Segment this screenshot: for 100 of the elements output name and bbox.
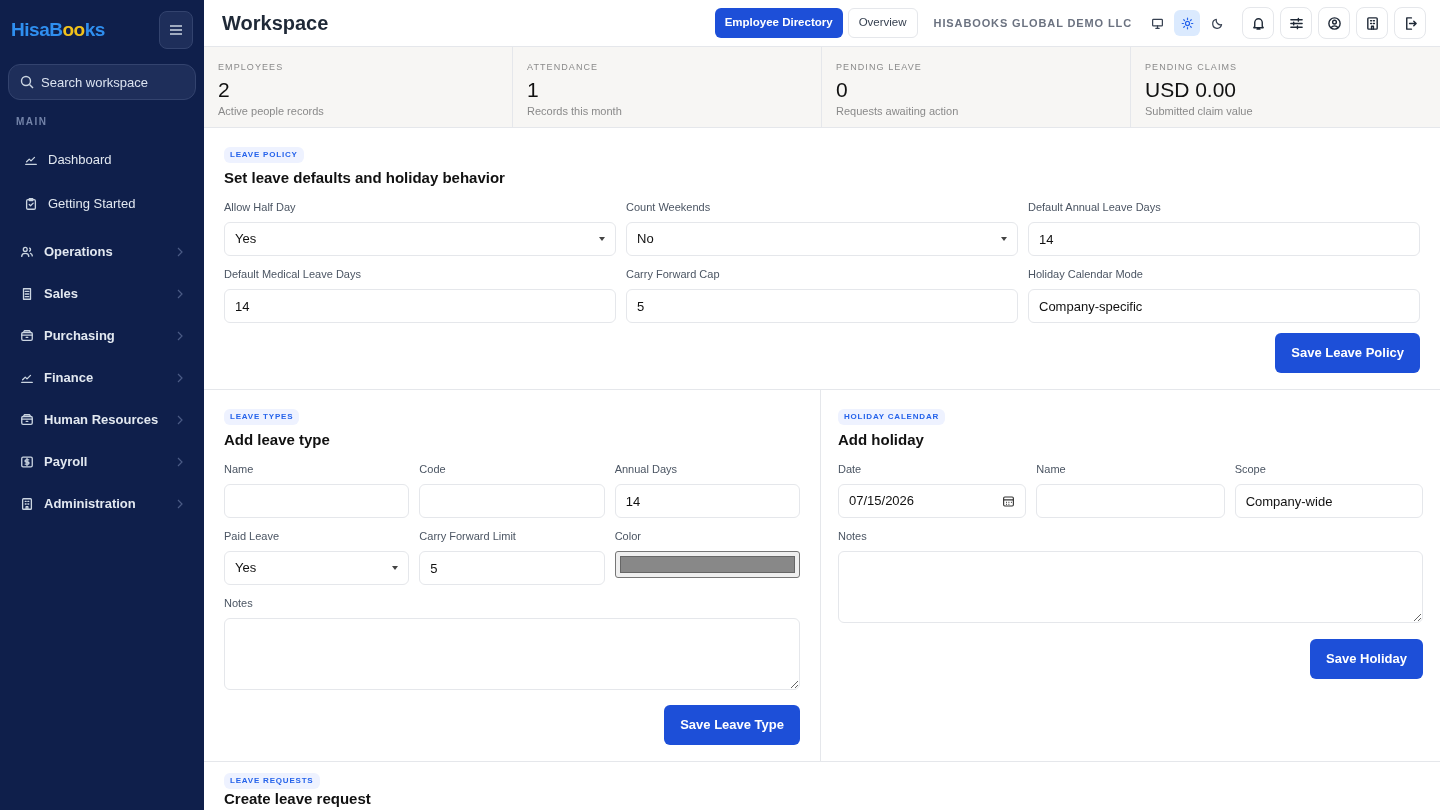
field-label: Code: [419, 462, 447, 476]
select-field[interactable]: Yes: [224, 551, 410, 585]
theme-toggle[interactable]: [1174, 10, 1200, 36]
header-action-button[interactable]: [1280, 7, 1312, 39]
stat-caption: Submitted claim value: [1145, 103, 1254, 119]
sidebar-group[interactable]: Purchasing: [8, 319, 196, 353]
input-field[interactable]: 14: [614, 484, 800, 518]
users-icon: [20, 245, 34, 259]
field-label: Name: [1036, 462, 1067, 476]
calendar-icon: [1002, 494, 1016, 508]
select-field[interactable]: No: [626, 222, 1018, 256]
input-field[interactable]: [1036, 484, 1225, 518]
save-button[interactable]: Save Leave Policy: [1275, 333, 1420, 373]
field-label: Allow Half Day: [224, 200, 297, 214]
field-label: Notes: [224, 596, 254, 610]
header-action-button[interactable]: [1394, 7, 1426, 39]
menu-icon: [169, 24, 183, 36]
stat-caption: Requests awaiting action: [836, 103, 960, 119]
building-icon: [1364, 15, 1380, 31]
clipboard-icon: [24, 197, 38, 211]
input-field[interactable]: [224, 484, 410, 518]
stat-value: 0: [836, 76, 849, 103]
header-action-button[interactable]: [1318, 7, 1350, 39]
search-icon: [20, 75, 34, 89]
box-icon: [20, 413, 34, 427]
field-label: Annual Days: [614, 462, 679, 476]
field-label: Holiday Calendar Mode: [1028, 267, 1144, 281]
stat-label: EMPLOYEES: [218, 61, 285, 74]
input-field[interactable]: 14: [224, 289, 616, 323]
sliders-icon: [1288, 15, 1304, 31]
header-tab[interactable]: Employee Directory: [714, 8, 843, 38]
search-field[interactable]: Search workspace: [8, 64, 196, 100]
input-field[interactable]: 5: [626, 289, 1018, 323]
company-name: HISABOOKS GLOBAL DEMO LLC: [933, 15, 1132, 31]
field-label: Carry Forward Cap: [626, 267, 721, 281]
sidebar-group[interactable]: Payroll: [8, 445, 196, 479]
field-label: Scope: [1234, 462, 1267, 476]
sidebar-item[interactable]: Dashboard: [8, 143, 196, 177]
stat-value: USD 0.00: [1145, 76, 1238, 103]
stat-caption: Active people records: [218, 103, 325, 119]
save-button[interactable]: Save Holiday: [1310, 639, 1423, 679]
field-label: Count Weekends: [626, 200, 712, 214]
box-icon: [20, 329, 34, 343]
save-button[interactable]: Save Leave Type: [664, 705, 800, 745]
field-label: Default Annual Leave Days: [1028, 200, 1162, 214]
field-label: Paid Leave: [224, 529, 281, 543]
section-tag: LEAVE POLICY: [224, 147, 304, 163]
sidebar-group[interactable]: Operations: [8, 235, 196, 269]
field-label: Name: [224, 462, 255, 476]
color-field[interactable]: [614, 551, 800, 578]
input-field[interactable]: 14: [1028, 222, 1420, 256]
input-field[interactable]: Company-wide: [1234, 484, 1423, 518]
section-tag: LEAVE REQUESTS: [224, 773, 320, 789]
monitor-icon: [1150, 16, 1164, 30]
input-field[interactable]: [419, 484, 605, 518]
field-label: Default Medical Leave Days: [224, 267, 362, 281]
sidebar-group[interactable]: Sales: [8, 277, 196, 311]
sidebar-group[interactable]: Human Resources: [8, 403, 196, 437]
stat-label: ATTENDANCE: [527, 61, 600, 74]
app-logo: HisaBooks: [11, 17, 105, 42]
field-label: Color: [614, 529, 642, 543]
input-field[interactable]: Company-specific: [1028, 289, 1420, 323]
sidebar-item[interactable]: Getting Started: [8, 187, 196, 221]
caret-icon: [599, 237, 605, 241]
notes-field[interactable]: [224, 618, 800, 690]
section-title: Set leave defaults and holiday behavior: [224, 168, 506, 188]
building-icon: [20, 497, 34, 511]
section-title: Create leave request: [224, 790, 372, 808]
field-label: Notes: [838, 529, 868, 543]
sidebar-group[interactable]: Administration: [8, 487, 196, 521]
receipt-icon: [20, 287, 34, 301]
stat-label: PENDING CLAIMS: [1145, 61, 1239, 74]
section-title: Add leave type: [224, 430, 331, 450]
notes-field[interactable]: [838, 551, 1423, 623]
user-icon: [1326, 15, 1342, 31]
page-title: Workspace: [222, 11, 329, 36]
sidebar-group[interactable]: Finance: [8, 361, 196, 395]
stat-caption: Records this month: [527, 103, 623, 119]
stat-label: PENDING LEAVE: [836, 61, 923, 74]
select-field[interactable]: Yes: [224, 222, 616, 256]
moon-icon: [1210, 16, 1224, 30]
date-field[interactable]: 07/15/2026: [838, 484, 1027, 518]
input-field[interactable]: 5: [419, 551, 605, 585]
stat-value: 2: [218, 76, 231, 103]
stat-value: 1: [527, 76, 540, 103]
dollar-icon: [20, 455, 34, 469]
sun-icon: [1180, 16, 1194, 30]
section-title: Add holiday: [838, 430, 925, 450]
bell-icon: [1250, 15, 1266, 31]
field-label: Carry Forward Limit: [419, 529, 517, 543]
section-tag: LEAVE TYPES: [224, 409, 300, 425]
section-tag: HOLIDAY CALENDAR: [838, 409, 946, 425]
menu-button[interactable]: [159, 11, 193, 49]
field-label: Date: [838, 462, 863, 476]
header-action-button[interactable]: [1356, 7, 1388, 39]
caret-icon: [392, 566, 399, 570]
caret-icon: [1001, 237, 1007, 241]
section-label: MAIN: [16, 115, 49, 129]
header-action-button[interactable]: [1242, 7, 1274, 39]
header-tab[interactable]: Overview: [847, 8, 918, 38]
